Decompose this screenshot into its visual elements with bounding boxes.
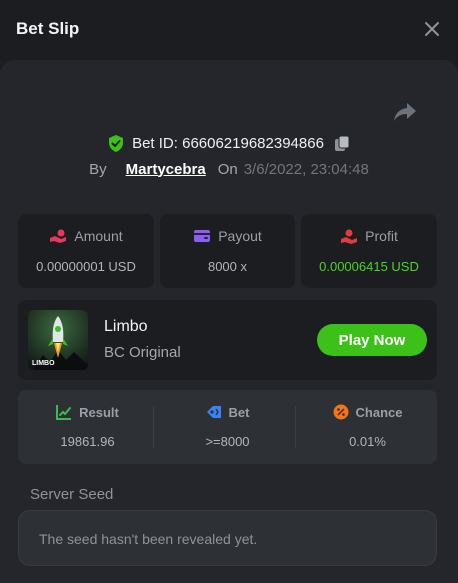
result-panel: Result 19861.96 Bet >=8000 Chance 0.01% [18,390,437,464]
bet-id: Bet ID: 66606219682394866 [132,134,324,152]
bet-value: >=8000 [205,434,250,449]
username-link[interactable]: Martycebra [126,161,206,178]
wallet-icon [194,230,211,242]
play-now-button[interactable]: Play Now [317,324,427,356]
bet-label: Bet [228,404,250,420]
profit-value: 0.00006415 USD [319,259,419,274]
copy-icon[interactable] [334,135,350,152]
on-label: On [217,160,238,178]
amount-icon [50,229,67,243]
divider [153,406,154,448]
game-name: Limbo [104,318,148,335]
amount-value: 0.00000001 USD [36,259,136,274]
bet-meta-row: By Martycebra On 3/6/2022, 23:04:48 [0,158,458,180]
close-icon[interactable] [424,21,440,37]
payout-card: Payout 8000 x [160,214,295,288]
tag-icon [206,406,221,418]
payout-value: 8000 x [207,259,248,274]
game-card: LIMBO Limbo BC Original Play Now [18,300,437,380]
chance-value: 0.01% [349,434,386,449]
server-seed-label: Server Seed [30,486,114,503]
shield-check-icon [108,134,124,152]
share-icon[interactable] [393,101,417,123]
profit-icon [341,229,358,244]
chance-label: Chance [355,404,403,420]
thumb-logo-text: LIMBO [32,360,55,367]
chart-check-icon [56,405,72,420]
profit-label: Profit [365,228,398,244]
result-column: Result 19861.96 [18,390,157,464]
server-seed-field: The seed hasn't been revealed yet. [18,510,437,566]
amount-label: Amount [74,228,123,244]
result-label: Result [79,404,119,420]
payout-label: Payout [218,228,262,244]
bet-timestamp: 3/6/2022, 23:04:48 [243,160,369,178]
chance-column: Chance 0.01% [298,390,437,464]
server-seed-text: The seed hasn't been revealed yet. [39,531,258,547]
game-provider: BC Original [104,344,181,361]
amount-card: Amount 0.00000001 USD [18,214,154,288]
page-title: Bet Slip [16,19,80,38]
result-value: 19861.96 [60,434,115,449]
bet-id-row: Bet ID: 66606219682394866 [0,132,458,154]
limbo-game-thumbnail[interactable]: LIMBO [28,310,88,370]
by-label: By [89,160,107,178]
divider [295,406,296,448]
header: Bet Slip [0,0,458,60]
bet-column: Bet >=8000 [158,390,297,464]
profit-card: Profit 0.00006415 USD [301,214,437,288]
percent-icon [333,404,349,420]
